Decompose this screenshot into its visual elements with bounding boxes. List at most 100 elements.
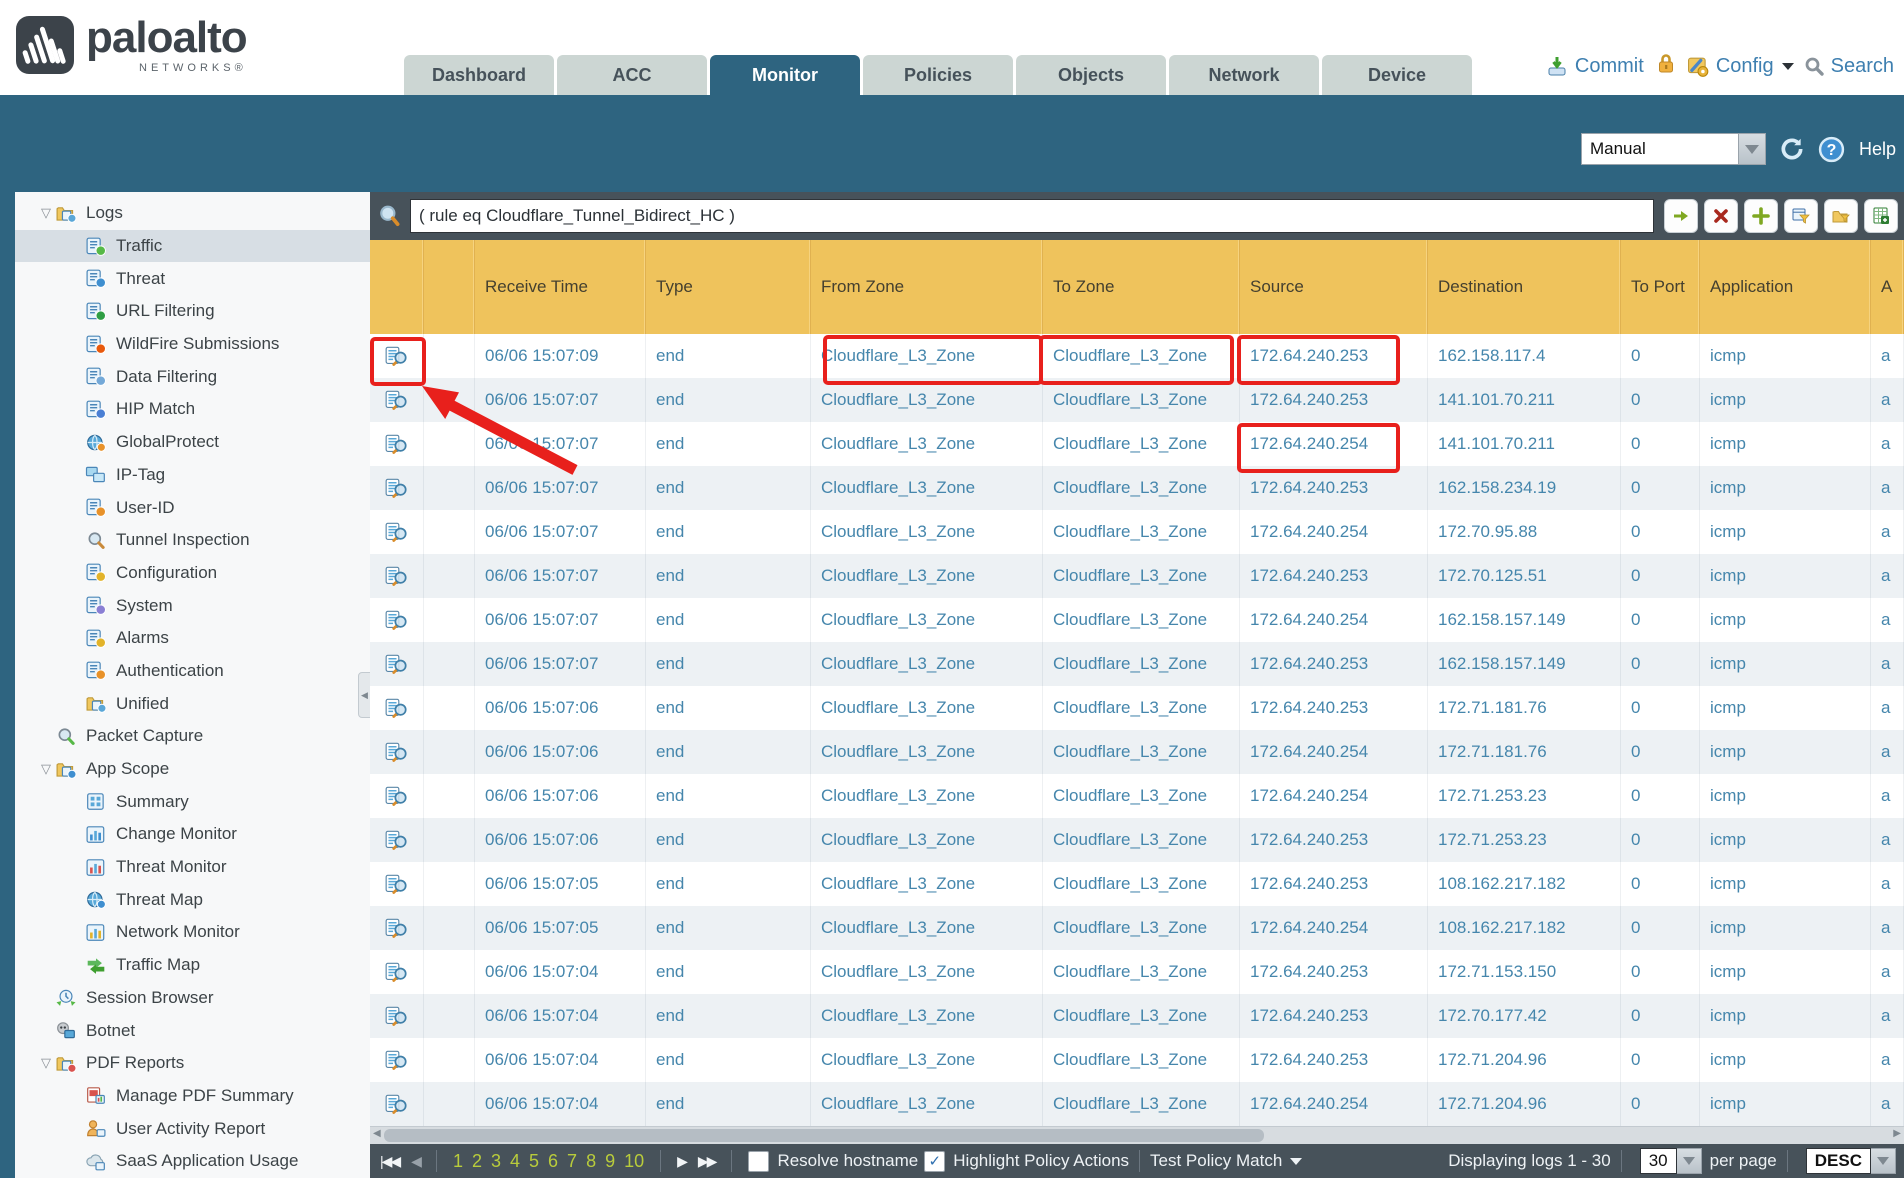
sidebar-item-threat[interactable]: Threat	[15, 262, 370, 295]
refresh-interval-select[interactable]: Manual	[1581, 133, 1766, 165]
sidebar-item-tunnel-inspection[interactable]: Tunnel Inspection	[15, 524, 370, 557]
sidebar-item-logs[interactable]: ▽Logs	[15, 197, 370, 230]
column-header-to-port[interactable]: To Port	[1621, 240, 1700, 334]
log-table-row[interactable]: 06/06 15:07:05endCloudflare_L3_ZoneCloud…	[370, 906, 1904, 950]
detail-icon[interactable]	[370, 466, 424, 510]
sidebar-item-data-filtering[interactable]: Data Filtering	[15, 360, 370, 393]
column-header-type[interactable]: Type	[646, 240, 811, 334]
log-table-row[interactable]: 06/06 15:07:06endCloudflare_L3_ZoneCloud…	[370, 686, 1904, 730]
column-header-destination[interactable]: Destination	[1428, 240, 1621, 334]
add-filter-button[interactable]	[1744, 199, 1778, 233]
log-table-row[interactable]: 06/06 15:07:04endCloudflare_L3_ZoneCloud…	[370, 1038, 1904, 1082]
clear-filter-button[interactable]	[1704, 199, 1738, 233]
next-page-button[interactable]: ▶	[677, 1153, 686, 1170]
refresh-icon[interactable]	[1778, 136, 1806, 162]
detail-icon[interactable]	[370, 1038, 424, 1082]
sidebar-item-saas-application-usage[interactable]: SaaS Application Usage	[15, 1145, 370, 1178]
log-table-row[interactable]: 06/06 15:07:07endCloudflare_L3_ZoneCloud…	[370, 642, 1904, 686]
tab-monitor[interactable]: Monitor	[710, 55, 860, 95]
column-header-to-zone[interactable]: To Zone	[1043, 240, 1240, 334]
log-table-row[interactable]: 06/06 15:07:06endCloudflare_L3_ZoneCloud…	[370, 818, 1904, 862]
per-page-select[interactable]: 30	[1640, 1148, 1702, 1174]
sidebar-item-unified[interactable]: Unified	[15, 687, 370, 720]
sidebar-item-packet-capture[interactable]: Packet Capture	[15, 720, 370, 753]
last-page-button[interactable]: ▶▶	[698, 1153, 716, 1170]
detail-icon[interactable]	[370, 510, 424, 554]
log-table-row[interactable]: 06/06 15:07:06endCloudflare_L3_ZoneCloud…	[370, 730, 1904, 774]
lock-icon[interactable]	[1654, 52, 1677, 80]
sidebar-item-authentication[interactable]: Authentication	[15, 655, 370, 688]
tab-objects[interactable]: Objects	[1016, 55, 1166, 95]
config-button[interactable]: Config	[1687, 55, 1794, 78]
sidebar-item-threat-monitor[interactable]: Threat Monitor	[15, 851, 370, 884]
sidebar-item-traffic-map[interactable]: Traffic Map	[15, 949, 370, 982]
horizontal-scrollbar[interactable]: ◀ ▶	[370, 1126, 1904, 1145]
sort-order-caret[interactable]	[1871, 1148, 1896, 1174]
log-table-row[interactable]: 06/06 15:07:07endCloudflare_L3_ZoneCloud…	[370, 466, 1904, 510]
sidebar-item-user-id[interactable]: User-ID	[15, 491, 370, 524]
log-table-row[interactable]: 06/06 15:07:07endCloudflare_L3_ZoneCloud…	[370, 554, 1904, 598]
sidebar-item-traffic[interactable]: Traffic	[15, 230, 370, 263]
export-logs-button[interactable]	[1864, 199, 1898, 233]
highlight-policy-actions-checkbox[interactable]: ✓	[924, 1151, 945, 1172]
page-number-8[interactable]: 8	[586, 1151, 596, 1172]
scroll-left-icon[interactable]: ◀	[373, 1128, 381, 1139]
page-number-9[interactable]: 9	[605, 1151, 615, 1172]
detail-icon[interactable]	[370, 730, 424, 774]
sidebar-item-session-browser[interactable]: Session Browser	[15, 982, 370, 1015]
expander-icon[interactable]: ▽	[37, 205, 55, 221]
sidebar-item-summary[interactable]: Summary	[15, 785, 370, 818]
sidebar-item-globalprotect[interactable]: GlobalProtect	[15, 426, 370, 459]
detail-icon[interactable]	[370, 598, 424, 642]
first-page-button[interactable]: |◀◀	[380, 1153, 399, 1170]
page-number-5[interactable]: 5	[529, 1151, 539, 1172]
detail-icon[interactable]	[370, 422, 424, 466]
detail-icon[interactable]	[370, 906, 424, 950]
expander-icon[interactable]: ▽	[37, 761, 55, 777]
page-number-10[interactable]: 10	[624, 1151, 644, 1172]
tab-acc[interactable]: ACC	[557, 55, 707, 95]
sidebar-item-url-filtering[interactable]: URL Filtering	[15, 295, 370, 328]
detail-icon[interactable]	[370, 642, 424, 686]
scrollbar-thumb[interactable]	[384, 1129, 1264, 1142]
column-header-receive-time[interactable]: Receive Time	[475, 240, 646, 334]
help-icon[interactable]: ?	[1818, 136, 1845, 163]
log-table-row[interactable]: 06/06 15:07:05endCloudflare_L3_ZoneCloud…	[370, 862, 1904, 906]
prev-page-button[interactable]: ◀	[411, 1153, 420, 1170]
global-search-button[interactable]: Search	[1804, 55, 1894, 78]
log-table-row[interactable]: 06/06 15:07:04endCloudflare_L3_ZoneCloud…	[370, 950, 1904, 994]
sidebar-item-ip-tag[interactable]: IP-Tag	[15, 459, 370, 492]
sidebar-item-wildfire-submissions[interactable]: WildFire Submissions	[15, 328, 370, 361]
detail-icon[interactable]	[370, 950, 424, 994]
tab-device[interactable]: Device	[1322, 55, 1472, 95]
column-header-source[interactable]: Source	[1240, 240, 1428, 334]
log-table-row[interactable]: 06/06 15:07:04endCloudflare_L3_ZoneCloud…	[370, 994, 1904, 1038]
page-number-1[interactable]: 1	[453, 1151, 463, 1172]
scroll-right-icon[interactable]: ▶	[1893, 1128, 1901, 1139]
resolve-hostname-checkbox[interactable]	[748, 1151, 769, 1172]
page-number-7[interactable]: 7	[567, 1151, 577, 1172]
load-filter-button[interactable]	[1824, 199, 1858, 233]
tab-policies[interactable]: Policies	[863, 55, 1013, 95]
detail-icon[interactable]	[370, 686, 424, 730]
sidebar-item-botnet[interactable]: Botnet	[15, 1014, 370, 1047]
sidebar-item-hip-match[interactable]: HIP Match	[15, 393, 370, 426]
sidebar-item-pdf-reports[interactable]: ▽PDF Reports	[15, 1047, 370, 1080]
column-header-a[interactable]: A	[1871, 240, 1904, 334]
sidebar-item-threat-map[interactable]: Threat Map	[15, 883, 370, 916]
detail-icon[interactable]	[370, 1082, 424, 1126]
expander-icon[interactable]: ▽	[37, 1055, 55, 1071]
log-table-row[interactable]: 06/06 15:07:07endCloudflare_L3_ZoneCloud…	[370, 422, 1904, 466]
tab-dashboard[interactable]: Dashboard	[404, 55, 554, 95]
sidebar-item-system[interactable]: System	[15, 589, 370, 622]
detail-icon[interactable]	[370, 994, 424, 1038]
sidebar-item-manage-pdf-summary[interactable]: Manage PDF Summary	[15, 1080, 370, 1113]
page-number-4[interactable]: 4	[510, 1151, 520, 1172]
apply-filter-button[interactable]	[1664, 199, 1698, 233]
detail-icon[interactable]	[370, 774, 424, 818]
column-header-application[interactable]: Application	[1700, 240, 1871, 334]
column-header-from-zone[interactable]: From Zone	[811, 240, 1043, 334]
detail-icon[interactable]	[370, 378, 424, 422]
filter-builder-button[interactable]	[1784, 199, 1818, 233]
tab-network[interactable]: Network	[1169, 55, 1319, 95]
